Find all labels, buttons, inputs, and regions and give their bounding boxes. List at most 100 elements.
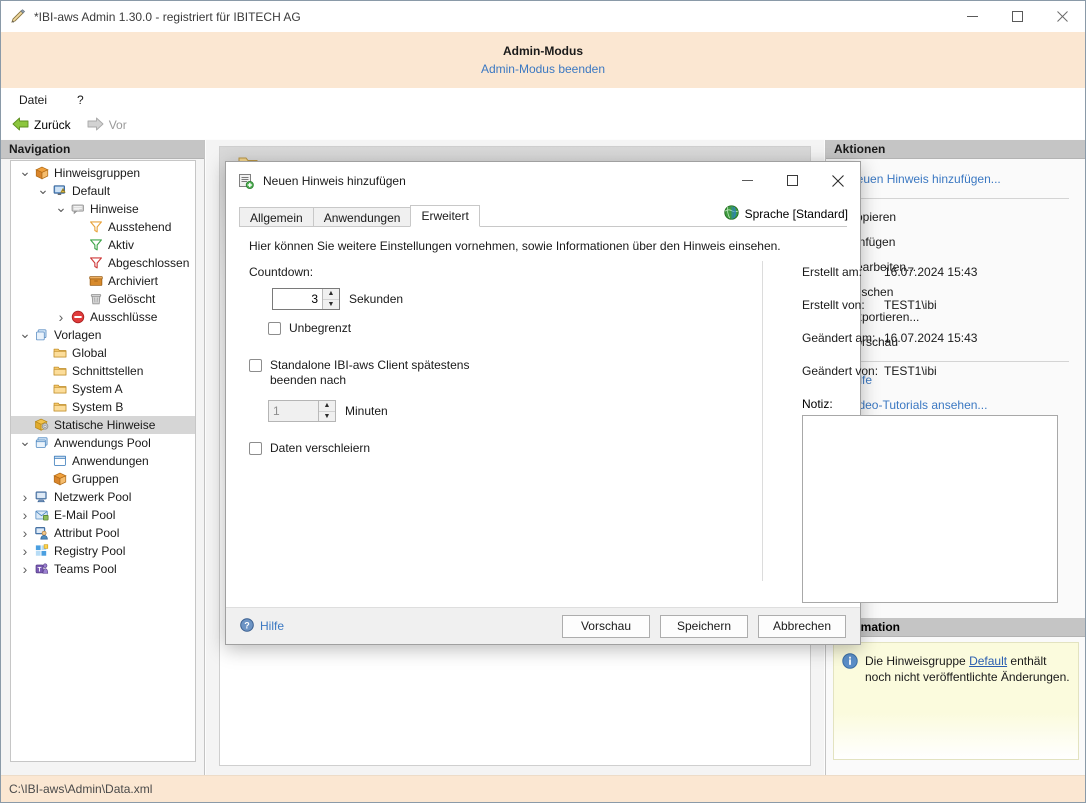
dialog-description: Hier können Sie weitere Einstellungen vo… [249,239,781,253]
menu-item-help[interactable]: ? [73,91,88,109]
forward-button[interactable]: Vor [84,116,130,135]
admin-mode-banner: Admin-Modus Admin-Modus beenden [1,32,1085,88]
chevron-down-icon[interactable]: ⌄ [17,438,33,449]
chevron-down-icon[interactable]: ⌄ [35,186,51,197]
tree-item-anwendungs-pool[interactable]: ⌄ Anwendungs Pool [11,434,195,452]
tree-item-ausschl-sse[interactable]: › Ausschlüsse [11,308,195,326]
chevron-down-icon[interactable]: ⌄ [53,204,69,215]
forward-button-label: Vor [109,118,127,132]
tree-item-label: Aktiv [105,238,134,252]
tree-item-label: System B [69,400,123,414]
menu-item-datei[interactable]: Datei [15,91,51,109]
tree-item-default[interactable]: ⌄Default [11,182,195,200]
standalone-minutes-spinner[interactable]: ▲ ▼ [268,400,336,422]
window-maximize-button[interactable] [995,1,1040,32]
add-note-dialog: Neuen Hinweis hinzufügen AllgemeinAnwend… [225,161,861,645]
standalone-checkbox[interactable] [249,359,262,372]
action-neuen-hinweis-hinzuf-gen[interactable]: Neuen Hinweis hinzufügen... [848,167,1085,192]
chevron-right-icon[interactable]: › [17,561,33,577]
tree-item-attribut-pool[interactable]: ›Attribut Pool [11,524,195,542]
dialog-title-bar: Neuen Hinweis hinzufügen [226,162,860,199]
tree-item-system-a[interactable]: System A [11,380,195,398]
window-white-icon [51,454,69,468]
standalone-spinner-up[interactable]: ▲ [319,401,335,412]
notiz-textarea[interactable] [802,415,1058,603]
tree-item-global[interactable]: Global [11,344,195,362]
tab-erweitert[interactable]: Erweitert [410,205,479,227]
back-button[interactable]: Zurück [9,116,74,135]
tree-item-ausstehend[interactable]: Ausstehend [11,218,195,236]
unlimited-checkbox[interactable] [268,322,281,335]
standalone-minutes-input[interactable] [269,401,318,421]
registry-icon [33,544,51,558]
metadata-value: 16.07.2024 15:43 [884,265,977,279]
dialog-help-link[interactable]: ? Hilfe [240,618,284,635]
dialog-vorschau-button[interactable]: Vorschau [562,615,650,638]
window-title: *IBI-aws Admin 1.30.0 - registriert für … [34,10,301,24]
folder-icon [51,382,69,396]
arrow-left-green-icon [12,117,29,134]
tab-anwendungen[interactable]: Anwendungen [313,207,412,227]
admin-mode-exit-link[interactable]: Admin-Modus beenden [481,62,605,76]
window-minimize-button[interactable] [950,1,995,32]
dialog-footer: ? Hilfe Vorschau Speichern Abbrechen [226,607,860,644]
tree-item-statische-hinweise[interactable]: Statische Hinweise [11,416,195,434]
tree-item-aktiv[interactable]: Aktiv [11,236,195,254]
dialog-speichern-button[interactable]: Speichern [660,615,748,638]
tree-item-anwendungen[interactable]: Anwendungen [11,452,195,470]
tree-item-abgeschlossen[interactable]: Abgeschlossen [11,254,195,272]
dialog-maximize-button[interactable] [770,162,815,199]
tree-item-hinweisgruppen[interactable]: ⌄Hinweisgruppen [11,164,195,182]
tree-item-label: Anwendungs Pool [51,436,151,450]
chevron-right-icon[interactable]: › [53,309,69,325]
tree-item-schnittstellen[interactable]: Schnittstellen [11,362,195,380]
chevron-right-icon[interactable]: › [17,543,33,559]
tree-item-netzwerk-pool[interactable]: › Netzwerk Pool [11,488,195,506]
help-icon: ? [240,618,254,635]
tree-item-e-mail-pool[interactable]: ›E-Mail Pool [11,506,195,524]
tree-item-label: Netzwerk Pool [51,490,131,504]
package-icon [33,166,51,180]
tree-item-registry-pool[interactable]: ›Registry Pool [11,542,195,560]
tree-item-gruppen[interactable]: Gruppen [11,470,195,488]
tree-item-system-b[interactable]: System B [11,398,195,416]
tree-item-vorlagen[interactable]: ⌄Vorlagen [11,326,195,344]
tree-item-archiviert[interactable]: Archiviert [11,272,195,290]
info-default-link[interactable]: Default [969,654,1007,668]
standalone-spinner-down[interactable]: ▼ [319,412,335,422]
chevron-right-icon[interactable]: › [17,489,33,505]
pen-icon [10,9,26,25]
tree-item-teams-pool[interactable]: ›TTeams Pool [11,560,195,578]
window-close-button[interactable] [1040,1,1085,32]
notiz-label: Notiz: [802,397,1062,411]
dialog-title: Neuen Hinweis hinzufügen [263,174,406,188]
countdown-spinner[interactable]: ▲ ▼ [272,288,340,310]
countdown-input[interactable] [273,289,322,309]
dialog-minimize-button[interactable] [725,162,770,199]
obfuscate-checkbox-row[interactable]: Daten verschleiern [249,441,539,456]
standalone-checkbox-row[interactable]: Standalone IBI-aws Client spätestens bee… [249,358,539,388]
dialog-abbrechen-button[interactable]: Abbrechen [758,615,846,638]
metadata-value: 16.07.2024 15:43 [884,331,977,345]
dialog-close-button[interactable] [815,162,860,199]
countdown-spinner-up[interactable]: ▲ [323,289,339,300]
countdown-spinner-down[interactable]: ▼ [323,300,339,310]
language-button[interactable]: Sprache [Standard] [724,205,848,223]
chevron-right-icon[interactable]: › [17,525,33,541]
back-button-label: Zurück [34,118,71,132]
tree-item-label: Schnittstellen [69,364,143,378]
navigation-tree[interactable]: ⌄Hinweisgruppen⌄Default⌄HinweiseAusstehe… [10,160,196,762]
tree-item-gel-scht[interactable]: Gelöscht [11,290,195,308]
chevron-right-icon[interactable]: › [17,507,33,523]
status-bar: C:\IBI-aws\Admin\Data.xml [1,775,1085,802]
action-einf-gen[interactable]: Einfügen [848,230,1085,255]
chevron-down-icon[interactable]: ⌄ [17,168,33,179]
tab-allgemein[interactable]: Allgemein [239,207,314,227]
unlimited-checkbox-row[interactable]: Unbegrenzt [268,321,539,336]
tree-item-hinweise[interactable]: ⌄Hinweise [11,200,195,218]
obfuscate-checkbox[interactable] [249,442,262,455]
action-kopieren[interactable]: Kopieren [848,205,1085,230]
arrow-right-gray-icon [87,117,104,134]
chevron-down-icon[interactable]: ⌄ [17,330,33,341]
tree-item-label: Ausschlüsse [87,310,157,324]
